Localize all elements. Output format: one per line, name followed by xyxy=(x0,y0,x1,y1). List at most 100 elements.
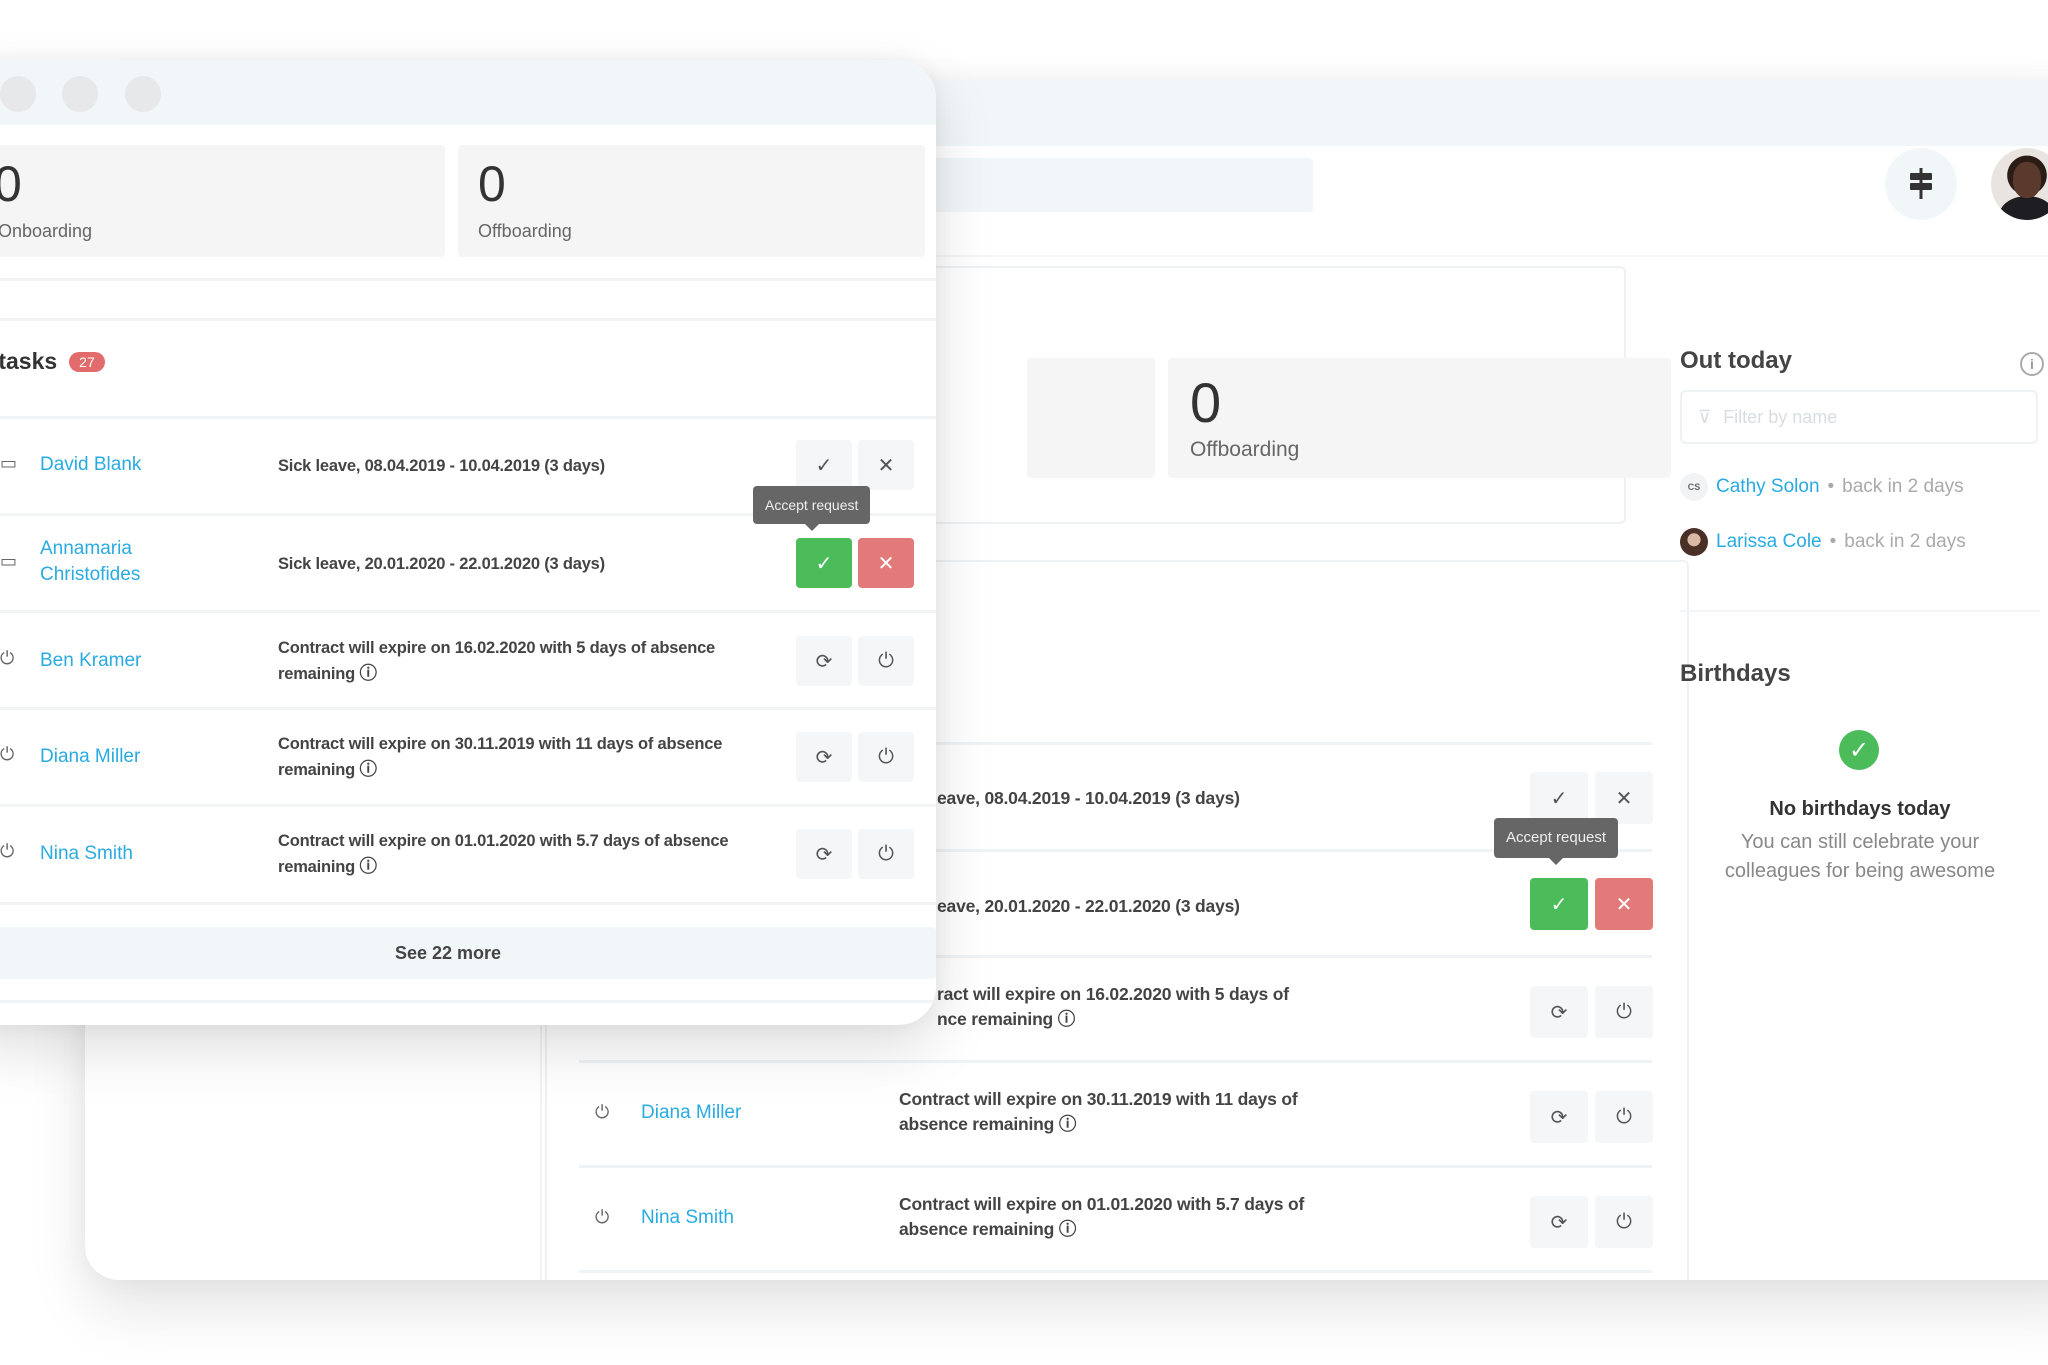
window-maximize-dot[interactable] xyxy=(125,76,161,112)
out-today-item: CS Cathy Solon • back in 2 days xyxy=(1680,473,1964,501)
info-icon[interactable]: ⓘ xyxy=(360,663,378,683)
accept-request-tooltip: Accept request xyxy=(1494,818,1619,865)
terminate-contract-button[interactable]: ⏻ xyxy=(1595,1091,1653,1143)
power-icon: ⏻ xyxy=(0,841,15,861)
refresh-icon: ⟳ xyxy=(1550,1211,1568,1234)
accept-button[interactable]: ✓ xyxy=(1530,878,1588,930)
terminate-contract-button[interactable]: ⏻ xyxy=(858,829,914,879)
avatar-shoulders xyxy=(1999,196,2048,220)
avatar xyxy=(1680,528,1708,556)
window-minimize-dot[interactable] xyxy=(62,76,98,112)
info-icon[interactable]: ⓘ xyxy=(1059,1114,1077,1134)
employee-link[interactable]: Larissa Cole xyxy=(1716,531,1822,553)
task-description-line2: absence remaining ⓘ xyxy=(899,1112,1298,1137)
global-search-bar[interactable] xyxy=(930,158,1313,212)
terminate-contract-button[interactable]: ⏻ xyxy=(1595,1196,1653,1248)
filter-by-name-input[interactable]: ⊽ Filter by name xyxy=(1680,390,2038,444)
task-description: eave, 20.01.2020 - 22.01.2020 (3 days) xyxy=(937,895,1240,916)
power-icon: ⏻ xyxy=(595,1102,610,1122)
renew-contract-button[interactable]: ⟳ xyxy=(796,829,852,879)
employee-link[interactable]: Nina Smith xyxy=(40,841,133,867)
row-divider xyxy=(579,1270,1652,1273)
info-icon[interactable]: ⓘ xyxy=(360,759,378,779)
accept-button[interactable]: ✓ xyxy=(1530,772,1588,824)
employee-link[interactable]: Nina Smith xyxy=(641,1205,734,1231)
employee-link[interactable]: Diana Miller xyxy=(641,1100,741,1126)
task-description-text: absence remaining xyxy=(899,1114,1055,1134)
task-row: Contract will expire on 01.01.2020 with … xyxy=(899,1192,1304,1242)
close-icon: ✕ xyxy=(1615,787,1633,810)
stat-card-onboarding xyxy=(1027,358,1155,478)
stat-value: 0 xyxy=(1190,371,1222,434)
stat-card-offboarding[interactable]: 0 Offboarding xyxy=(1168,358,1671,478)
close-icon: ✕ xyxy=(1615,893,1633,916)
window-close-dot[interactable] xyxy=(0,76,36,112)
calendar-icon: ▭ xyxy=(0,551,18,571)
tasks-title: My tasks xyxy=(0,348,58,374)
info-icon[interactable]: ⓘ xyxy=(360,856,378,876)
refresh-icon: ⟳ xyxy=(1550,1106,1568,1129)
stat-card-onboarding[interactable]: 0 Onboarding xyxy=(0,145,445,257)
decline-button[interactable]: ✕ xyxy=(1595,772,1653,824)
out-status: back in 2 days xyxy=(1844,531,1966,552)
no-birthdays-line2: colleagues for being awesome xyxy=(1724,860,1996,882)
stat-card-offboarding[interactable]: 0 Offboarding xyxy=(458,145,925,257)
renew-contract-button[interactable]: ⟳ xyxy=(1530,1196,1588,1248)
panel-divider xyxy=(1680,610,2040,612)
separator-dot: • xyxy=(1827,476,1835,497)
check-icon: ✓ xyxy=(815,552,833,575)
employee-link[interactable]: Diana Miller xyxy=(40,744,140,770)
decline-button[interactable]: ✕ xyxy=(1595,878,1653,930)
accept-button[interactable]: ✓ xyxy=(796,538,852,588)
front-app-window: 0 Onboarding 0 Offboarding My tasks 27 ▭… xyxy=(0,60,936,1025)
stat-value: 0 xyxy=(478,156,506,212)
task-row: eave, 20.01.2020 - 22.01.2020 (3 days) xyxy=(937,876,1240,936)
no-birthdays-title: No birthdays today xyxy=(1769,798,1951,820)
stat-value: 0 xyxy=(0,156,22,212)
terminate-contract-button[interactable]: ⏻ xyxy=(858,732,914,782)
info-icon[interactable]: ⓘ xyxy=(1059,1219,1077,1239)
row-divider xyxy=(0,610,936,613)
employee-link[interactable]: Annamaria Christofides xyxy=(40,536,200,588)
out-today-title: Out today xyxy=(1680,347,1792,374)
no-birthdays-line1: You can still celebrate your xyxy=(1740,831,1980,853)
info-icon[interactable]: ⓘ xyxy=(1058,1009,1076,1029)
power-icon: ⏻ xyxy=(0,744,15,764)
task-description: Contract will expire on 30.11.2019 with … xyxy=(899,1089,1298,1109)
task-row: ract will expire on 16.02.2020 with 5 da… xyxy=(937,982,1289,1032)
employee-link[interactable]: David Blank xyxy=(40,452,141,478)
task-description: Contract will expire on 01.01.2020 with … xyxy=(899,1194,1305,1214)
no-birthdays-text: You can still celebrate your colleagues … xyxy=(1680,828,2040,886)
signpost-button[interactable] xyxy=(1885,148,1957,220)
row-divider xyxy=(579,1060,1652,1063)
user-avatar[interactable] xyxy=(1991,148,2048,220)
renew-contract-button[interactable]: ⟳ xyxy=(796,732,852,782)
terminate-contract-button[interactable]: ⏻ xyxy=(1595,986,1653,1038)
decline-button[interactable]: ✕ xyxy=(858,440,914,490)
task-description: ract will expire on 16.02.2020 with 5 da… xyxy=(937,984,1289,1004)
decline-button[interactable]: ✕ xyxy=(858,538,914,588)
tasks-header: My tasks 27 xyxy=(0,348,105,375)
refresh-icon: ⟳ xyxy=(815,746,833,769)
filter-icon: ⊽ xyxy=(1698,406,1712,427)
avatar-face xyxy=(2013,162,2041,198)
terminate-contract-button[interactable]: ⏻ xyxy=(858,636,914,686)
renew-contract-button[interactable]: ⟳ xyxy=(796,636,852,686)
info-icon[interactable]: i xyxy=(2020,352,2044,376)
calendar-icon: ▭ xyxy=(0,453,18,473)
employee-link[interactable]: Cathy Solon xyxy=(1716,476,1820,498)
refresh-icon: ⟳ xyxy=(815,650,833,673)
employee-link[interactable]: Ben Kramer xyxy=(40,648,141,674)
renew-contract-button[interactable]: ⟳ xyxy=(1530,1091,1588,1143)
out-status: back in 2 days xyxy=(1842,476,1964,497)
power-icon: ⏻ xyxy=(1616,1000,1632,1023)
task-description: Sick leave, 08.04.2019 - 10.04.2019 (3 d… xyxy=(278,457,605,475)
row-divider xyxy=(579,1165,1652,1168)
close-icon: ✕ xyxy=(877,552,895,575)
renew-contract-button[interactable]: ⟳ xyxy=(1530,986,1588,1038)
accept-button[interactable]: ✓ xyxy=(796,440,852,490)
row-divider xyxy=(0,804,936,807)
front-window-titlebar xyxy=(0,60,936,125)
refresh-icon: ⟳ xyxy=(815,843,833,866)
see-more-button[interactable]: See 22 more xyxy=(0,927,936,979)
